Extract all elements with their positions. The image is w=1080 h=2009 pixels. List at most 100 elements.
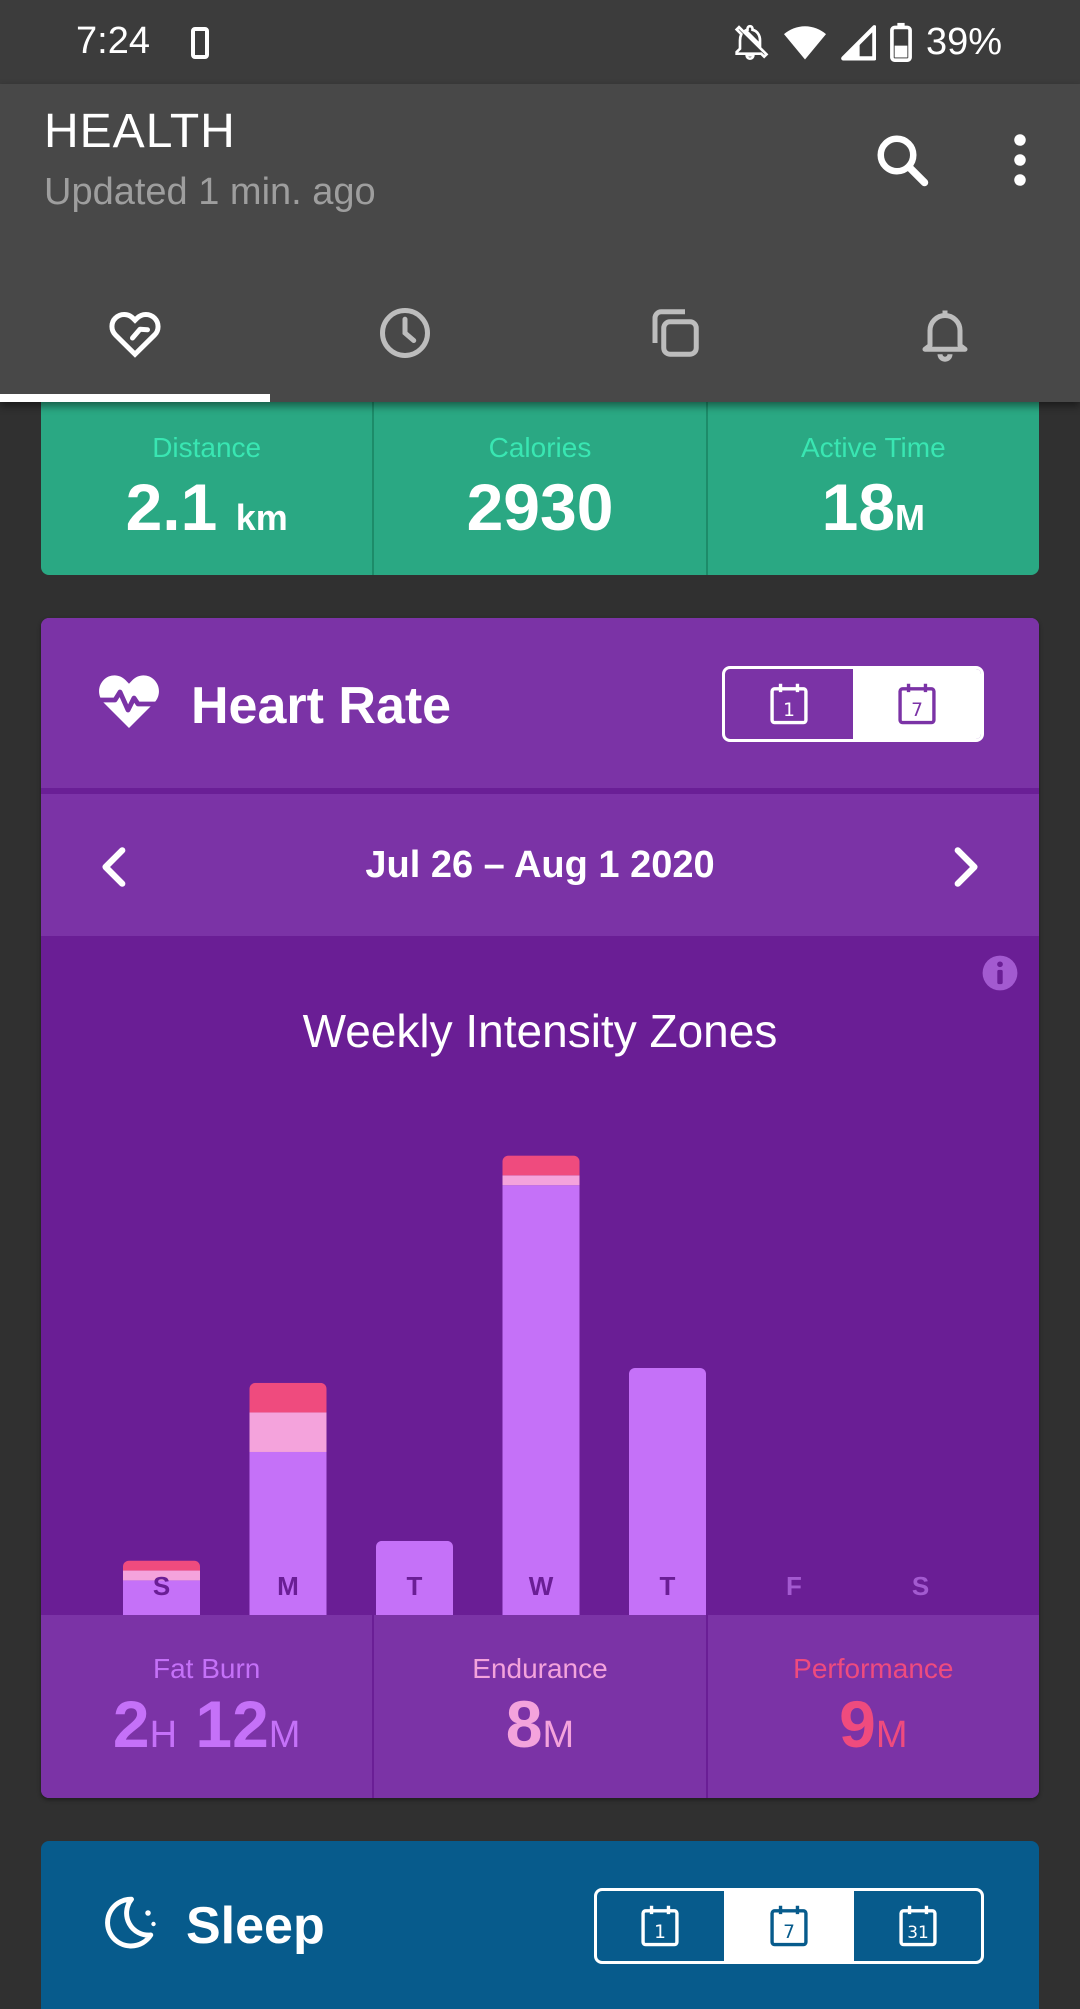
tab-history[interactable] [270, 277, 540, 402]
notifications-off-icon [734, 24, 769, 61]
bar-segment-performance [502, 1155, 580, 1176]
activity-summary-card[interactable]: Distance 2.1 km Calories 2930 Active Tim… [41, 402, 1039, 575]
calendar-week-icon: 7 [898, 683, 936, 725]
chevron-right-icon[interactable] [939, 842, 989, 892]
active-time-cell: Active Time 18M [708, 402, 1039, 575]
fat-burn-minutes: 12 [195, 1687, 269, 1761]
distance-cell: Distance 2.1 km [41, 402, 375, 575]
active-time-label: Active Time [800, 432, 946, 463]
range-day-label: 1 [783, 700, 795, 721]
status-icons: 39% [730, 20, 1002, 64]
endurance-label: Endurance [472, 1653, 608, 1684]
heart-rate-card: Heart Rate 1 7 Jul 26 – Aug 1 2020 Weekl… [41, 618, 1039, 1798]
active-time-unit: M [895, 497, 926, 538]
range-day-button[interactable]: 1 [725, 669, 853, 739]
bar-segment-endurance [249, 1412, 327, 1452]
range-week-button[interactable]: 7 [853, 669, 981, 739]
tab-indicator [0, 394, 270, 402]
x-tick-label: W [529, 1571, 554, 1601]
heart-check-icon [109, 311, 161, 358]
fat-burn-hours: 2 [112, 1687, 150, 1761]
weekly-intensity-chart: Weekly Intensity Zones SMTWTFS [41, 936, 1039, 1615]
heart-rate-title: Heart Rate [191, 677, 452, 735]
bar-group: M [249, 1382, 327, 1615]
heart-rate-header: Heart Rate 1 7 [41, 618, 1039, 794]
bar-group: W [502, 1155, 580, 1615]
performance-minutes-unit: M [875, 1714, 908, 1756]
bar-group: S [123, 1560, 200, 1615]
chart-canvas: SMTWTFS [123, 1155, 929, 1615]
sleep-range-week-label: 7 [783, 1922, 795, 1943]
zone-totals: Fat Burn 2H 12M Endurance 8M Performance… [41, 1615, 1039, 1798]
bar-group: F [786, 1571, 802, 1601]
vibrate-icon [191, 27, 209, 59]
calendar-week-icon: 7 [770, 1905, 808, 1947]
calendar-day-icon: 1 [641, 1905, 679, 1947]
signal-icon [841, 25, 876, 61]
endurance-minutes-unit: M [542, 1714, 575, 1756]
battery-percent: 39% [925, 20, 1002, 63]
status-bar: 7:24 39% [0, 0, 1080, 84]
fat-burn-label: Fat Burn [152, 1653, 261, 1684]
distance-label: Distance [152, 432, 262, 463]
fat-burn-hours-unit: H [149, 1714, 178, 1756]
copy-icon [652, 308, 699, 357]
x-tick-label: S [153, 1571, 170, 1601]
distance-value: 2.1 km [41, 474, 372, 540]
sleep-range-toggle: 1 7 31 [594, 1888, 984, 1964]
clock-icon [380, 307, 430, 358]
bar-segment-performance [249, 1382, 327, 1413]
active-time-value: 18M [708, 474, 1039, 540]
battery-icon [890, 22, 912, 62]
search-icon[interactable] [872, 130, 932, 190]
tab-bar [0, 277, 1080, 402]
tab-notifications[interactable] [810, 277, 1080, 402]
date-navigator: Jul 26 – Aug 1 2020 [41, 800, 1039, 936]
bar-group: S [912, 1571, 929, 1601]
endurance-minutes: 8 [505, 1687, 543, 1761]
updated-subtitle: Updated 1 min. ago [44, 171, 376, 213]
x-tick-label: T [407, 1571, 423, 1601]
bar-group: T [629, 1368, 706, 1615]
bell-icon [922, 310, 968, 362]
sleep-card: Sleep 1 7 31 [41, 1841, 1039, 2009]
performance-minutes: 9 [839, 1687, 876, 1761]
bar-segment-endurance [502, 1175, 580, 1186]
bar-group: T [376, 1540, 453, 1615]
bar-segment-performance [123, 1560, 200, 1571]
distance-unit: km [235, 497, 288, 538]
performance-value: 9M [708, 1691, 1039, 1757]
sleep-range-day-button[interactable]: 1 [597, 1891, 726, 1961]
moon-icon [105, 1896, 156, 1949]
tab-cards[interactable] [540, 277, 810, 402]
zone-performance: Performance 9M [708, 1615, 1039, 1798]
x-tick-label: M [277, 1571, 299, 1601]
range-week-label: 7 [911, 700, 923, 721]
distance-number: 2.1 [125, 470, 218, 544]
fat-burn-minutes-unit: M [268, 1714, 301, 1756]
heart-pulse-icon [99, 675, 159, 728]
zone-fat-burn: Fat Burn 2H 12M [41, 1615, 375, 1798]
sleep-range-day-label: 1 [654, 1922, 666, 1943]
sleep-range-month-button[interactable]: 31 [854, 1891, 981, 1961]
date-range: Jul 26 – Aug 1 2020 [365, 844, 715, 886]
sleep-range-month-label: 31 [907, 1922, 929, 1942]
endurance-value: 8M [374, 1691, 705, 1757]
x-tick-label: F [786, 1571, 802, 1601]
tab-health[interactable] [0, 277, 270, 402]
app-title: HEALTH [44, 105, 236, 158]
calendar-month-icon: 31 [899, 1905, 937, 1947]
calories-label: Calories [488, 432, 592, 463]
wifi-icon [783, 26, 826, 60]
calories-cell: Calories 2930 [374, 402, 708, 575]
bar-segment-fat-burn [502, 1185, 580, 1615]
more-options-icon[interactable] [1000, 130, 1040, 190]
calendar-day-icon: 1 [770, 683, 808, 725]
sleep-range-week-button[interactable]: 7 [725, 1891, 855, 1961]
range-toggle: 1 7 [722, 666, 984, 742]
active-time-number: 18 [821, 470, 896, 544]
x-tick-label: T [660, 1571, 676, 1601]
zone-endurance: Endurance 8M [374, 1615, 708, 1798]
sleep-title: Sleep [186, 1897, 325, 1955]
status-time: 7:24 [76, 20, 150, 62]
